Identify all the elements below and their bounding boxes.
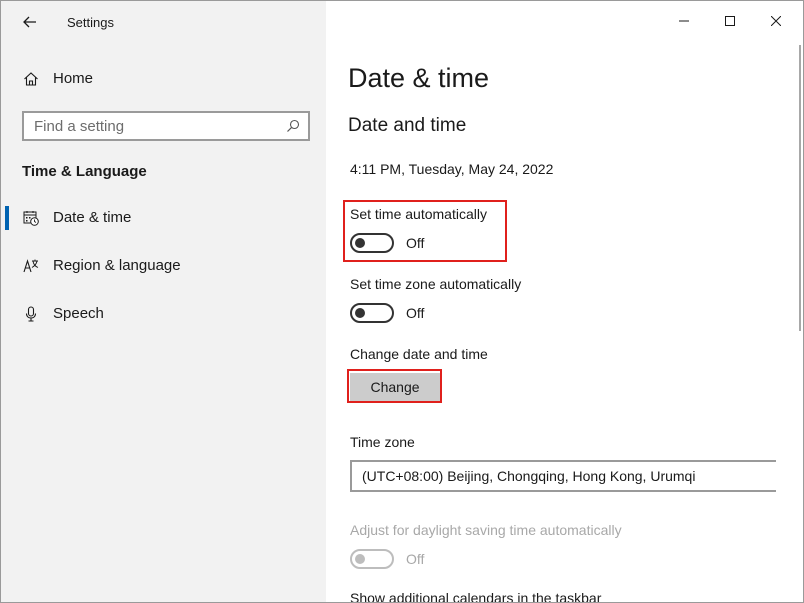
daylight-saving-toggle[interactable] <box>350 549 394 569</box>
sidebar-item-region-language[interactable]: Region & language <box>1 248 326 284</box>
active-indicator <box>5 206 9 230</box>
toggle-knob <box>355 554 365 564</box>
close-icon <box>771 16 781 26</box>
time-zone-value: (UTC+08:00) Beijing, Chongqing, Hong Kon… <box>362 468 696 484</box>
daylight-saving-label: Adjust for daylight saving time automati… <box>350 522 622 538</box>
home-icon <box>24 72 38 86</box>
set-time-auto-toggle[interactable] <box>350 233 394 253</box>
sidebar-item-date-time[interactable]: Date & time <box>1 200 326 236</box>
set-timezone-auto-state: Off <box>406 305 425 321</box>
search-icon[interactable] <box>286 119 300 133</box>
set-time-auto-label: Set time automatically <box>350 206 487 222</box>
sidebar: Settings Home Find a setting Time & Lang… <box>1 1 326 602</box>
set-timezone-auto-label: Set time zone automatically <box>350 276 522 292</box>
app-title: Settings <box>67 15 114 30</box>
sidebar-item-home[interactable]: Home <box>1 63 326 95</box>
back-button[interactable] <box>15 9 45 35</box>
change-button[interactable]: Change <box>350 373 440 401</box>
main-content: Date & time Date and time 4:11 PM, Tuesd… <box>326 1 803 603</box>
section-title: Time & Language <box>22 163 147 180</box>
scrollbar[interactable] <box>799 45 801 331</box>
sidebar-item-label: Region & language <box>53 257 181 274</box>
sidebar-item-label: Home <box>53 70 94 87</box>
time-zone-label: Time zone <box>350 434 415 450</box>
time-zone-select[interactable]: (UTC+08:00) Beijing, Chongqing, Hong Kon… <box>350 460 776 492</box>
toggle-knob <box>355 308 365 318</box>
set-time-auto-state: Off <box>406 235 425 251</box>
change-date-time-label: Change date and time <box>350 346 488 362</box>
section-heading: Date and time <box>348 115 467 136</box>
maximize-icon <box>725 16 735 26</box>
additional-calendars-label: Show additional calendars in the taskbar <box>350 590 602 603</box>
search-placeholder: Find a setting <box>34 118 125 135</box>
microphone-icon <box>25 306 37 322</box>
toggle-knob <box>355 238 365 248</box>
back-arrow-icon <box>23 16 36 28</box>
sidebar-item-speech[interactable]: Speech <box>1 296 326 332</box>
maximize-button[interactable] <box>707 1 753 41</box>
sidebar-item-label: Speech <box>53 305 104 322</box>
calendar-clock-icon <box>23 211 39 226</box>
close-button[interactable] <box>753 1 799 41</box>
set-timezone-auto-toggle[interactable] <box>350 303 394 323</box>
search-input[interactable]: Find a setting <box>22 111 310 141</box>
settings-window: Settings Home Find a setting Time & Lang… <box>0 0 804 603</box>
minimize-button[interactable] <box>661 1 707 41</box>
daylight-saving-state: Off <box>406 551 425 567</box>
minimize-icon <box>679 20 689 22</box>
language-icon <box>23 259 39 273</box>
page-title: Date & time <box>348 63 490 93</box>
sidebar-item-label: Date & time <box>53 209 132 226</box>
current-datetime: 4:11 PM, Tuesday, May 24, 2022 <box>350 161 554 177</box>
